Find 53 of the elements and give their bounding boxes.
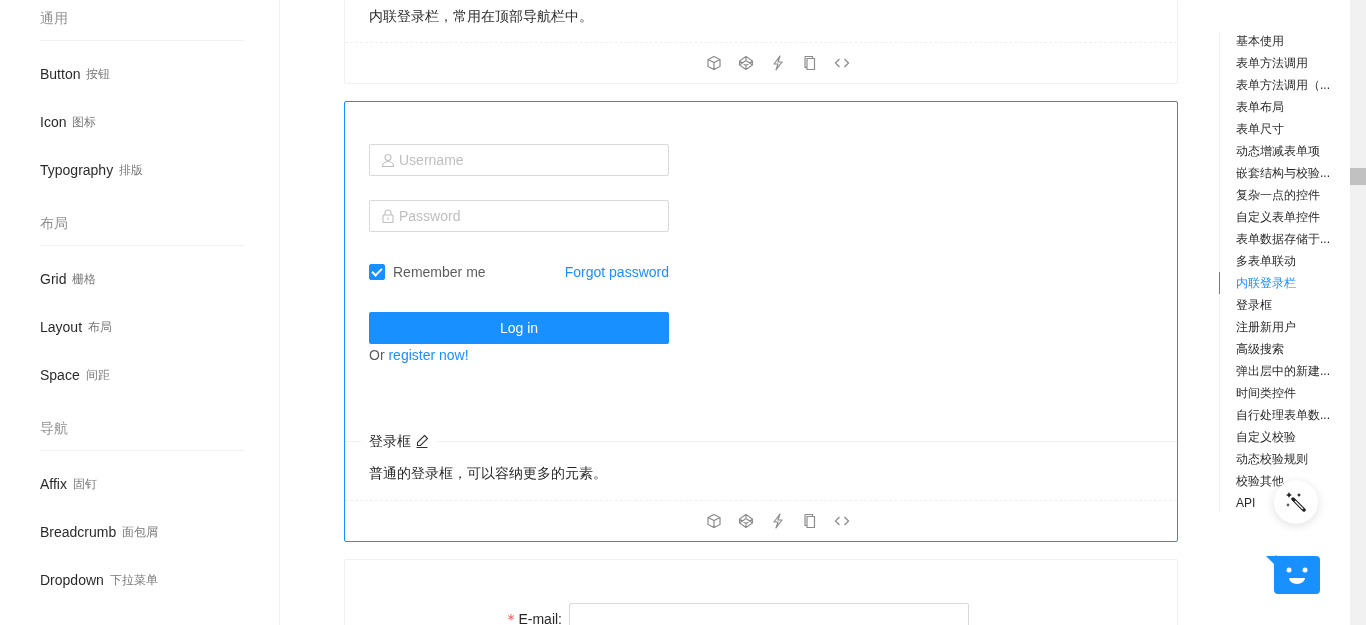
cube-icon[interactable] (706, 513, 722, 529)
register-prefix: Or (369, 347, 385, 363)
menu-item[interactable]: Dropdown 下拉菜单 (40, 560, 279, 600)
toc-link[interactable]: 表单数据存储于... (1219, 228, 1350, 250)
demo-title: 登录框 (369, 432, 411, 451)
toc-link[interactable]: 时间类控件 (1219, 382, 1350, 404)
field-label: E-mail: (518, 611, 562, 625)
toc-link[interactable]: 嵌套结构与校验... (1219, 162, 1350, 184)
toc-link[interactable]: 自定义校验 (1219, 426, 1350, 448)
codepen-icon[interactable] (738, 513, 754, 529)
toc-link[interactable]: 表单方法调用（... (1219, 74, 1350, 96)
menu-item[interactable]: Icon 图标 (40, 102, 279, 142)
toc-link[interactable]: 登录框 (1219, 294, 1350, 316)
toc-link[interactable]: 表单尺寸 (1219, 118, 1350, 140)
copy-icon[interactable] (802, 55, 818, 71)
codepen-icon[interactable] (738, 55, 754, 71)
menu-item[interactable]: Affix 固钉 (40, 464, 279, 504)
magic-wand-icon (1284, 490, 1308, 514)
toc-link[interactable]: 表单方法调用 (1219, 52, 1350, 74)
toc-link[interactable]: 自行处理表单数... (1219, 404, 1350, 426)
menu-item[interactable]: Breadcrumb 面包屑 (40, 512, 279, 552)
chat-bot-button[interactable] (1266, 554, 1320, 594)
toc-link[interactable]: 高级搜索 (1219, 338, 1350, 360)
required-mark: * (507, 611, 515, 625)
group-title: 导航 (40, 419, 68, 438)
toc-link[interactable]: 表单布局 (1219, 96, 1350, 118)
demo-description: 普通的登录框，可以容纳更多的元素。 (369, 465, 607, 481)
toc-link[interactable]: 弹出层中的新建... (1219, 360, 1350, 382)
username-field[interactable]: Username (369, 144, 669, 176)
menu-item[interactable]: Layout 布局 (40, 307, 279, 347)
toc-link[interactable]: 校验其他 (1219, 470, 1350, 492)
toc-link[interactable]: API (1219, 492, 1350, 514)
toc-link[interactable]: 多表单联动 (1219, 250, 1350, 272)
password-field[interactable]: Password (369, 200, 669, 232)
menu-item[interactable]: Grid 栅格 (40, 259, 279, 299)
scroll-bar[interactable] (1350, 0, 1366, 625)
toc-link[interactable]: 基本使用 (1219, 30, 1350, 52)
remember-checkbox[interactable] (369, 264, 385, 280)
remember-label: Remember me (393, 264, 486, 280)
menu-item[interactable]: Space 间距 (40, 355, 279, 395)
menu-item[interactable]: Typography 排版 (40, 150, 279, 190)
toc-link[interactable]: 动态增减表单项 (1219, 140, 1350, 162)
toc-link[interactable]: 注册新用户 (1219, 316, 1350, 338)
toc-link[interactable]: 复杂一点的控件 (1219, 184, 1350, 206)
toc-link[interactable]: 自定义表单控件 (1219, 206, 1350, 228)
group-title: 布局 (40, 214, 68, 233)
demo-description: 内联登录栏，常用在顶部导航栏中。 (369, 8, 593, 24)
edit-icon[interactable] (415, 434, 429, 448)
toc-link[interactable]: 动态校验规则 (1219, 448, 1350, 470)
group-title: 通用 (40, 9, 68, 28)
copy-icon[interactable] (802, 513, 818, 529)
menu-item[interactable]: Button 按钮 (40, 54, 279, 94)
cube-icon[interactable] (706, 55, 722, 71)
